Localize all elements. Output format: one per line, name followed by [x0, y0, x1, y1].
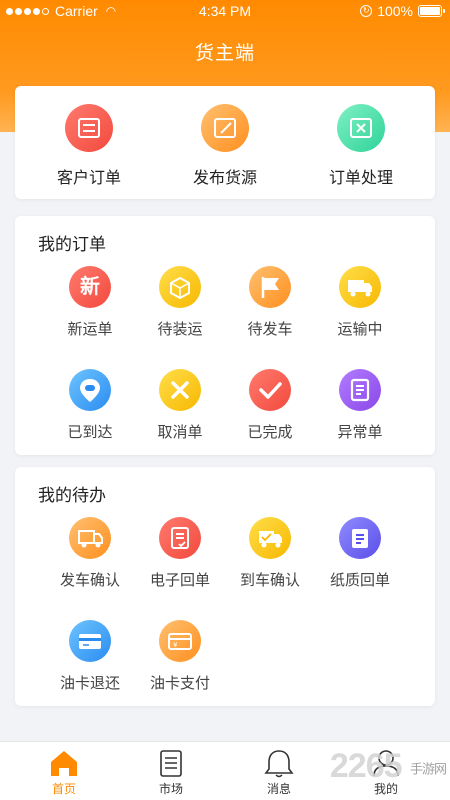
tab-messages[interactable]: 消息	[234, 748, 324, 797]
e-receipt-icon	[159, 517, 201, 559]
my-orders-card: 我的订单 新 新运单 待装运 待发车 运输中 已到达 取消单 已完成 异常单	[15, 216, 435, 455]
truck-icon	[339, 266, 381, 308]
order-in-transit-button[interactable]: 运输中	[315, 266, 405, 339]
card-pay-icon: ¥	[159, 620, 201, 662]
todo-depart-confirm-button[interactable]: 发车确认	[45, 517, 135, 590]
order-arrived-label: 已到达	[67, 424, 113, 441]
todo-card-refund-button[interactable]: 油卡退还	[45, 620, 135, 693]
my-todo-title: 我的待办	[38, 486, 106, 505]
todo-card-refund-label: 油卡退还	[59, 675, 120, 692]
order-new-button[interactable]: 新 新运单	[45, 266, 135, 339]
order-exception-button[interactable]: 异常单	[315, 369, 405, 442]
watermark-subtext: 手游网	[409, 761, 447, 777]
doc-icon	[339, 369, 381, 411]
page-title: 货主端	[194, 43, 255, 64]
bell-icon	[234, 748, 324, 778]
status-bar: Carrier ◠ 4:34 PM ↻ 100%	[0, 0, 450, 24]
publish-cargo-button[interactable]: 发布货源	[165, 104, 285, 188]
order-processing-label: 订单处理	[328, 170, 393, 187]
new-icon: 新	[69, 266, 111, 308]
order-exception-label: 异常单	[337, 424, 383, 441]
check-icon	[249, 369, 291, 411]
market-icon	[126, 748, 216, 778]
todo-card-pay-button[interactable]: ¥ 油卡支付	[135, 620, 225, 693]
rotation-lock-icon: ↻	[360, 5, 373, 17]
todo-paper-receipt-button[interactable]: 纸质回单	[315, 517, 405, 590]
todo-card-pay-label: 油卡支付	[149, 675, 210, 692]
card-icon	[69, 620, 111, 662]
edit-icon	[201, 104, 249, 152]
home-icon	[19, 748, 109, 778]
cancel-icon	[159, 369, 201, 411]
x-doc-icon	[337, 104, 385, 152]
battery-percent: 100%	[377, 3, 413, 19]
order-new-label: 新运单	[67, 321, 113, 338]
todo-arrive-confirm-label: 到车确认	[239, 572, 300, 589]
todo-arrive-confirm-button[interactable]: 到车确认	[225, 517, 315, 590]
order-pending-load-label: 待装运	[157, 321, 203, 338]
todo-paper-receipt-label: 纸质回单	[329, 572, 390, 589]
battery-icon	[418, 5, 445, 17]
arrive-truck-icon	[249, 517, 291, 559]
list-icon	[65, 104, 113, 152]
order-pending-load-button[interactable]: 待装运	[135, 266, 225, 339]
tab-market[interactable]: 市场	[126, 748, 216, 797]
my-orders-title: 我的订单	[38, 235, 106, 254]
order-arrived-button[interactable]: 已到达	[45, 369, 135, 442]
tab-home[interactable]: 首页	[19, 748, 109, 797]
order-in-transit-label: 运输中	[337, 321, 383, 338]
flag-icon	[249, 266, 291, 308]
watermark-logo: 2265 手游网	[329, 747, 447, 786]
todo-e-receipt-label: 电子回单	[149, 572, 210, 589]
order-pending-depart-label: 待发车	[247, 321, 293, 338]
location-icon	[69, 369, 111, 411]
order-completed-button[interactable]: 已完成	[225, 369, 315, 442]
my-todo-card: 我的待办 发车确认 电子回单 到车确认 纸质回单 油卡退还 ¥ 油卡支付	[15, 467, 435, 706]
tab-home-label: 首页	[51, 782, 76, 796]
svg-text:¥: ¥	[173, 641, 178, 649]
todo-depart-confirm-label: 发车确认	[59, 572, 120, 589]
paper-receipt-icon	[339, 517, 381, 559]
todo-e-receipt-button[interactable]: 电子回单	[135, 517, 225, 590]
depart-truck-icon	[69, 517, 111, 559]
tab-messages-label: 消息	[266, 782, 291, 796]
publish-cargo-label: 发布货源	[192, 170, 257, 187]
customer-orders-button[interactable]: 客户订单	[29, 104, 149, 188]
box-icon	[159, 266, 201, 308]
tab-market-label: 市场	[158, 782, 183, 796]
order-completed-label: 已完成	[247, 424, 293, 441]
customer-orders-label: 客户订单	[56, 170, 121, 187]
order-processing-button[interactable]: 订单处理	[301, 104, 421, 188]
watermark-text: 2265	[329, 747, 403, 785]
order-pending-depart-button[interactable]: 待发车	[225, 266, 315, 339]
order-cancelled-label: 取消单	[157, 424, 203, 441]
order-cancelled-button[interactable]: 取消单	[135, 369, 225, 442]
quick-actions-card: 客户订单 发布货源 订单处理	[15, 86, 435, 199]
